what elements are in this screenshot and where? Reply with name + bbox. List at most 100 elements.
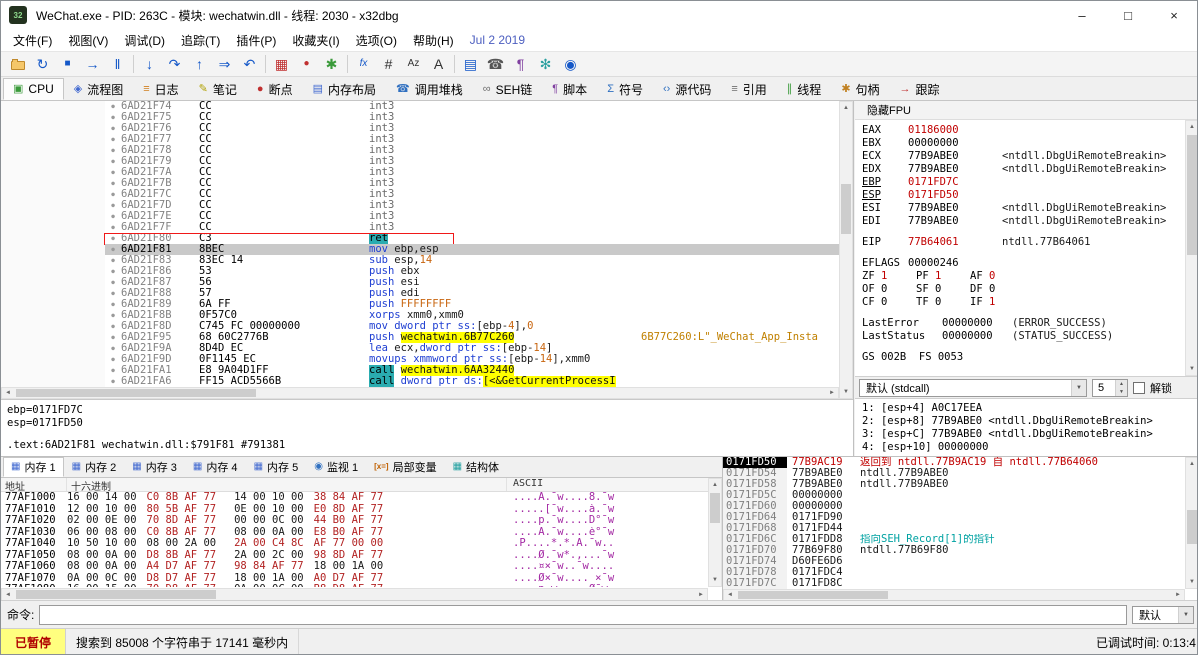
- chevron-down-icon[interactable]: ▼: [1178, 607, 1193, 623]
- stack-row[interactable]: 0171FD7C0171FD8C: [723, 578, 1185, 589]
- register-line[interactable]: EBX00000000: [862, 137, 1185, 150]
- register-line[interactable]: EBP0171FD7C: [862, 176, 1185, 189]
- menu-options[interactable]: 选项(O): [348, 30, 405, 51]
- breakpoints-icon[interactable]: ●: [294, 53, 319, 75]
- breakpoint-dot[interactable]: ●: [105, 178, 121, 189]
- menu-favourites[interactable]: 收藏夹(I): [284, 30, 347, 51]
- dump-row[interactable]: 77AF100016 00 14 00C0 8B AF 7714 00 10 0…: [1, 492, 708, 504]
- tab-memory-4[interactable]: ▦内存 4: [185, 457, 246, 477]
- register-line[interactable]: EDI77B9ABE0<ntdll.DbgUiRemoteBreakin>: [862, 215, 1185, 228]
- register-line[interactable]: GS 002B FS 0053: [862, 351, 1185, 364]
- tab-memory-1[interactable]: ▦内存 1: [3, 457, 64, 477]
- register-line[interactable]: [862, 228, 1185, 236]
- breakpoint-dot[interactable]: ●: [105, 189, 121, 200]
- scroll-thumb[interactable]: [1187, 135, 1197, 255]
- breakpoint-dot[interactable]: ●: [105, 244, 121, 255]
- breakpoint-dot[interactable]: ●: [105, 321, 121, 332]
- scroll-track[interactable]: [709, 491, 721, 574]
- tab-locals[interactable]: [x=]局部变量: [366, 457, 444, 477]
- breakpoint-dot[interactable]: ●: [105, 112, 121, 123]
- dump-vscrollbar[interactable]: ▲ ▼: [708, 478, 722, 587]
- menu-plugins[interactable]: 插件(P): [228, 30, 284, 51]
- breakpoint-dot[interactable]: ●: [105, 277, 121, 288]
- breakpoint-dot[interactable]: ●: [105, 343, 121, 354]
- breakpoint-dot[interactable]: ●: [105, 123, 121, 134]
- hash-icon[interactable]: #: [376, 53, 401, 75]
- assemble-fx-icon[interactable]: fx: [351, 53, 376, 75]
- scroll-thumb[interactable]: [1187, 510, 1197, 544]
- disasm-row[interactable]: ●6AD21FA6FF15 ACD5566Bcall dword ptr ds:…: [1, 376, 839, 387]
- script-icon[interactable]: ¶: [508, 53, 533, 75]
- breakpoint-dot[interactable]: ●: [105, 365, 121, 376]
- scroll-track[interactable]: [840, 114, 852, 386]
- pause-icon[interactable]: ‖: [105, 53, 130, 75]
- tab-breakpoints[interactable]: ●断点: [247, 78, 303, 100]
- register-line[interactable]: ESP0171FD50: [862, 189, 1185, 202]
- dump-row[interactable]: 77AF102002 00 0E 0070 8D AF 7700 00 0C 0…: [1, 515, 708, 527]
- tab-memory-2[interactable]: ▦内存 2: [64, 457, 125, 477]
- registers-vscrollbar[interactable]: ▲ ▼: [1185, 120, 1198, 376]
- breakpoint-dot[interactable]: ●: [105, 299, 121, 310]
- tab-references[interactable]: ≡引用: [721, 78, 776, 100]
- memory-map-icon[interactable]: ▤: [458, 53, 483, 75]
- argument-row[interactable]: 1: [esp+4] A0C17EEA: [862, 402, 1198, 415]
- unlock-checkbox[interactable]: [1133, 382, 1145, 394]
- register-line[interactable]: [862, 309, 1185, 317]
- calling-convention-select[interactable]: 默认 (stdcall) ▼: [859, 379, 1087, 397]
- scroll-track[interactable]: [736, 590, 1172, 600]
- register-line[interactable]: EAX01186000: [862, 124, 1185, 137]
- register-line[interactable]: EIP77B64061ntdll.77B64061: [862, 236, 1185, 249]
- disasm-hscrollbar[interactable]: ◄ ►: [1, 387, 839, 399]
- tab-call-stack[interactable]: ☎调用堆栈: [386, 78, 473, 100]
- disasm-vscrollbar[interactable]: ▲ ▼: [839, 101, 853, 399]
- argument-row[interactable]: 2: [esp+8] 77B9ABE0 <ntdll.DbgUiRemoteBr…: [862, 415, 1198, 428]
- breakpoint-dot[interactable]: ●: [105, 222, 121, 233]
- run-to-user-code-icon[interactable]: ⇒: [212, 53, 237, 75]
- scroll-thumb[interactable]: [841, 184, 851, 234]
- tab-seh[interactable]: ∞SEH链: [473, 78, 543, 100]
- tab-handles[interactable]: ✱句柄: [831, 78, 889, 100]
- scroll-left-arrow[interactable]: ◄: [2, 589, 14, 600]
- tab-memory-5[interactable]: ▦内存 5: [246, 457, 307, 477]
- chevron-down-icon[interactable]: ▼: [1071, 380, 1086, 396]
- stepper-arrows[interactable]: ▲ ▼: [1115, 380, 1127, 396]
- breakpoint-dot[interactable]: ●: [105, 310, 121, 321]
- step-out-icon[interactable]: ↑: [187, 53, 212, 75]
- tab-cpu[interactable]: ▣CPU: [3, 78, 64, 100]
- register-line[interactable]: [862, 343, 1185, 351]
- scroll-thumb[interactable]: [16, 590, 216, 599]
- tab-memory-map[interactable]: ▤内存布局: [303, 78, 386, 100]
- register-line[interactable]: [862, 249, 1185, 257]
- step-over-icon[interactable]: ↷: [162, 53, 187, 75]
- command-input[interactable]: [39, 605, 1127, 625]
- breakpoint-dot[interactable]: ●: [105, 145, 121, 156]
- stack-vscrollbar[interactable]: ▲ ▼: [1185, 457, 1198, 589]
- command-profile-select[interactable]: 默认 ▼: [1132, 606, 1194, 624]
- argument-row[interactable]: 4: [esp+10] 00000000: [862, 441, 1198, 454]
- call-stack-icon[interactable]: ☎: [483, 53, 508, 75]
- register-line[interactable]: EFLAGS00000246: [862, 257, 1185, 270]
- dump-row[interactable]: 77AF106008 00 0A 00A4 D7 AF 7798 84 AF 7…: [1, 561, 708, 573]
- breakpoint-dot[interactable]: ●: [105, 266, 121, 277]
- tab-memory-3[interactable]: ▦内存 3: [124, 457, 185, 477]
- restart-icon[interactable]: ↻: [30, 53, 55, 75]
- stop-icon[interactable]: ■: [55, 53, 80, 75]
- font-icon[interactable]: A: [426, 53, 451, 75]
- minimize-button[interactable]: –: [1059, 1, 1105, 29]
- run-icon[interactable]: →: [80, 53, 105, 75]
- scroll-down-arrow[interactable]: ▼: [1186, 363, 1198, 375]
- scroll-down-arrow[interactable]: ▼: [1186, 576, 1198, 588]
- breakpoint-dot[interactable]: ●: [105, 200, 121, 211]
- hide-fpu-button[interactable]: 隐藏FPU: [855, 101, 1198, 120]
- tab-source[interactable]: ‹›源代码: [653, 78, 721, 100]
- dump-row[interactable]: 77AF104010 50 10 0008 00 2A 002A 00 C4 8…: [1, 538, 708, 550]
- breakpoint-dot[interactable]: ●: [105, 233, 121, 244]
- register-line[interactable]: LastStatus00000000(STATUS_SUCCESS): [862, 330, 1185, 343]
- tab-graph[interactable]: ◈流程图: [64, 78, 133, 100]
- scroll-right-arrow[interactable]: ►: [695, 589, 707, 600]
- maximize-button[interactable]: □: [1105, 1, 1151, 29]
- tab-script[interactable]: ¶脚本: [542, 78, 597, 100]
- preferences-icon[interactable]: ✱: [319, 53, 344, 75]
- menu-debug[interactable]: 调试(D): [116, 30, 173, 51]
- scroll-down-arrow[interactable]: ▼: [709, 574, 721, 586]
